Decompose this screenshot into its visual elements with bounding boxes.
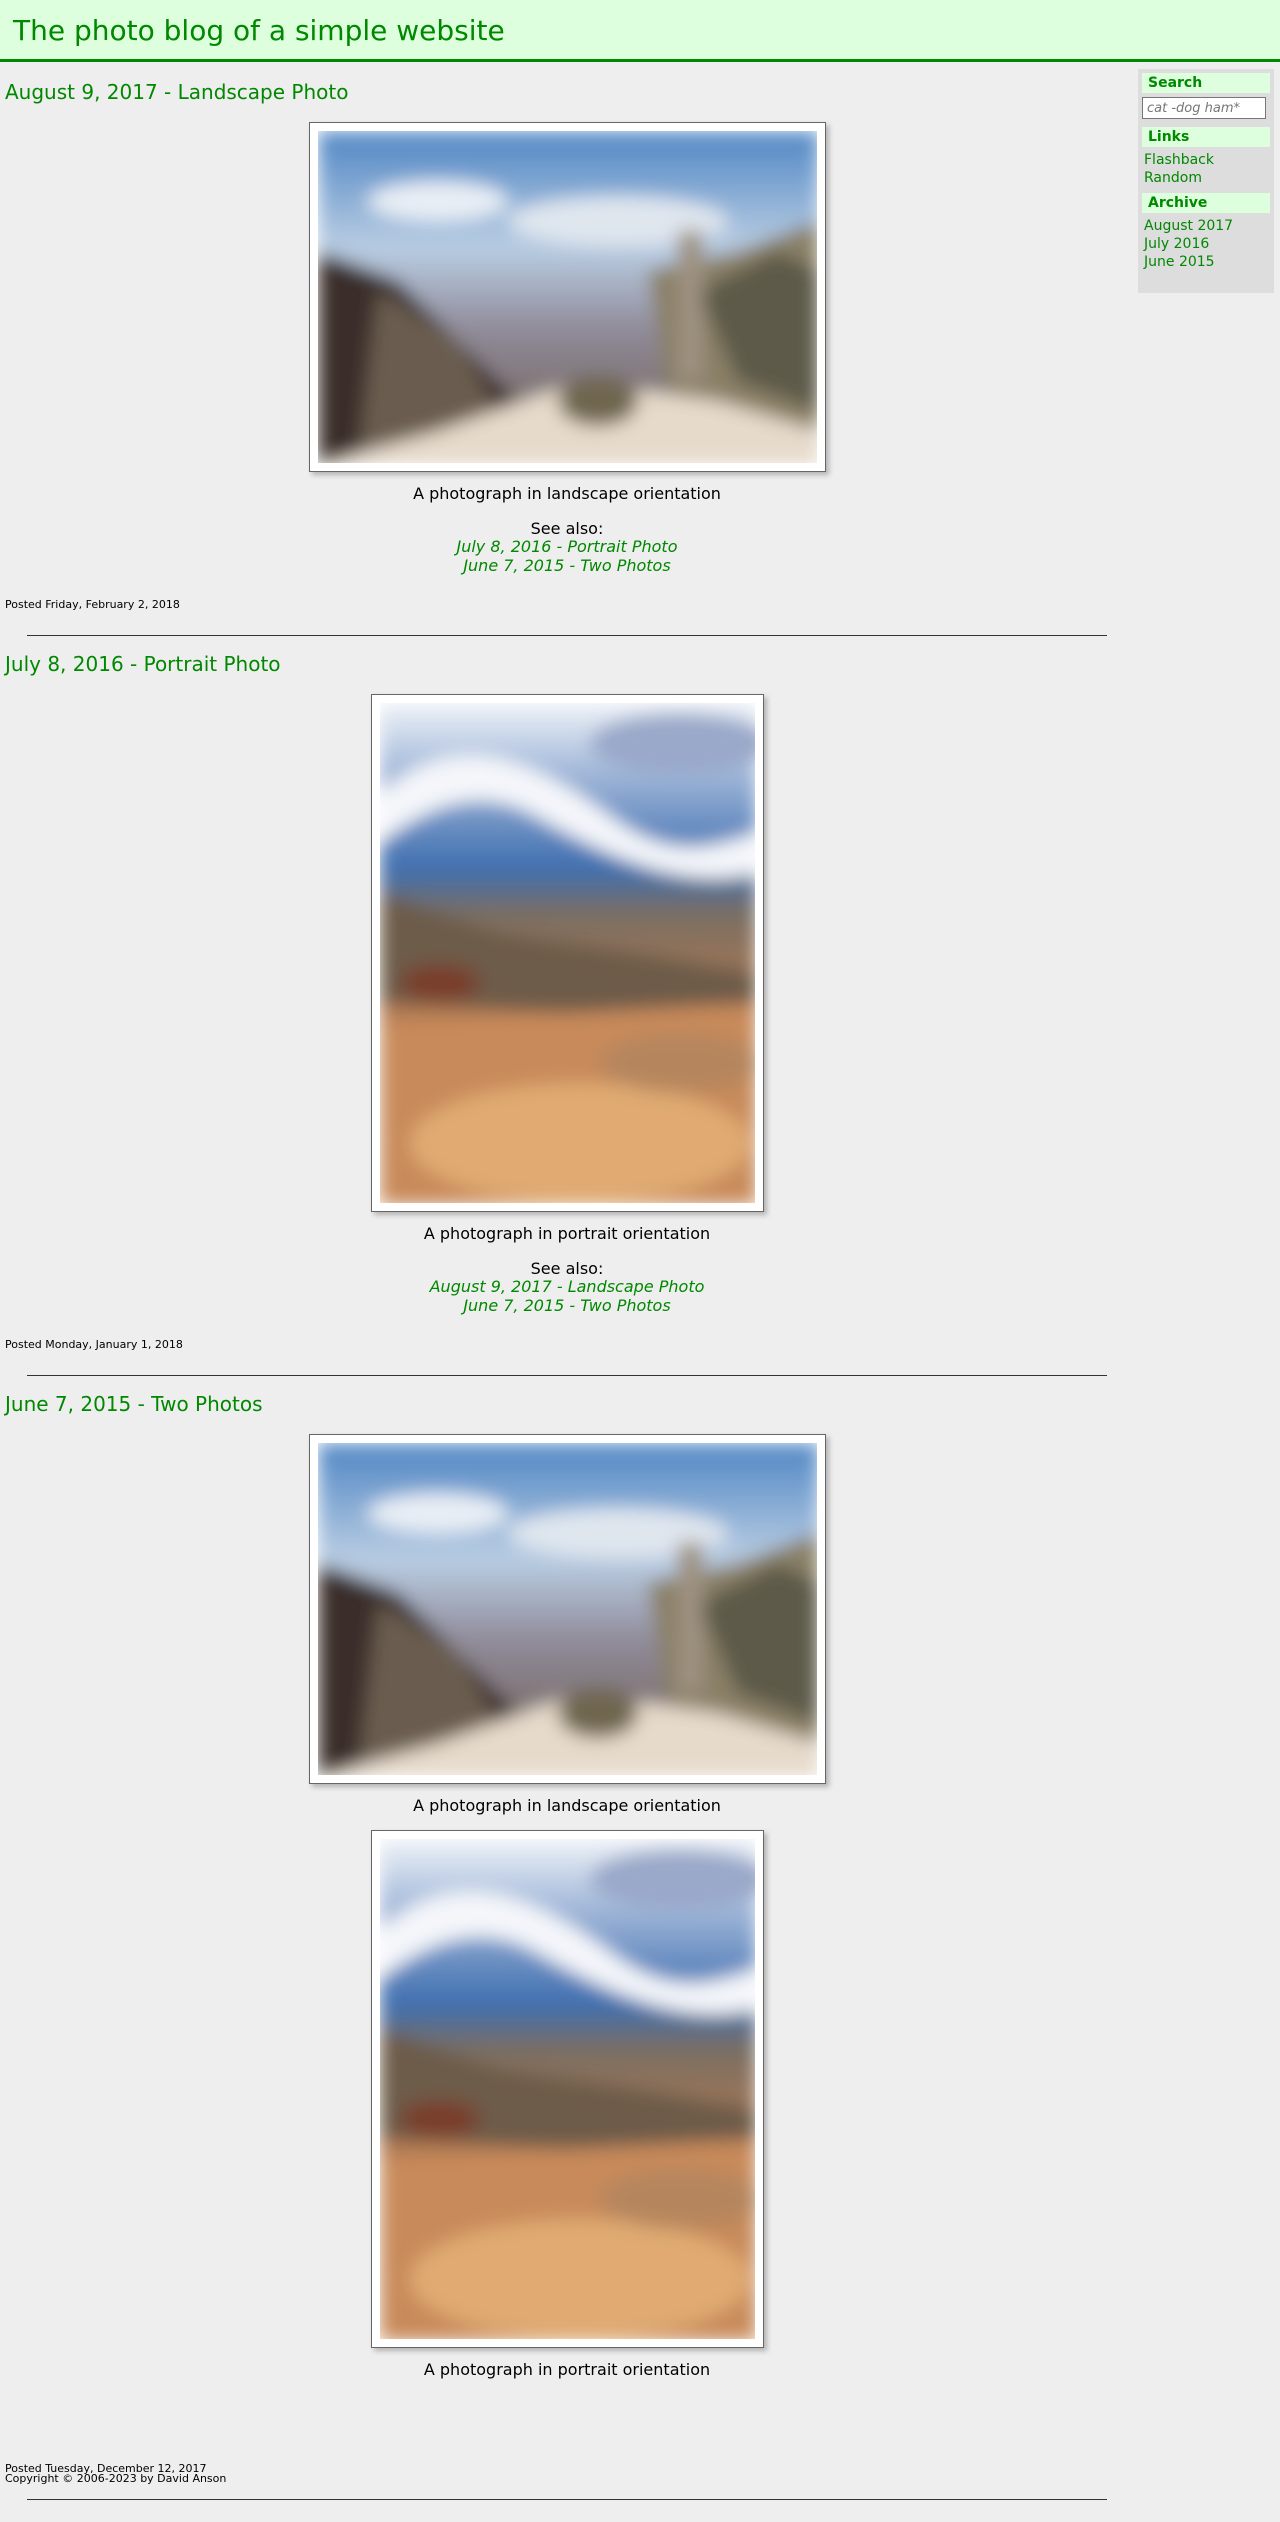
- post-divider: [27, 635, 1107, 636]
- archive-heading: Archive: [1142, 193, 1270, 213]
- photo-caption: A photograph in landscape orientation: [413, 484, 721, 503]
- post-title-link[interactable]: August 9, 2017 - Landscape Photo: [5, 80, 348, 104]
- posted-date: Posted Friday, February 2, 2018: [5, 598, 180, 611]
- post-divider: [27, 2499, 1107, 2500]
- links-heading: Links: [1142, 127, 1270, 147]
- post-divider: [27, 1375, 1107, 1376]
- photo-frame[interactable]: [309, 1434, 826, 1784]
- sidebar-link-random[interactable]: Random: [1142, 169, 1270, 187]
- archive-list: August 2017 July 2016 June 2015: [1142, 217, 1270, 271]
- photo-frame[interactable]: [371, 694, 764, 1212]
- search-input[interactable]: [1142, 97, 1266, 119]
- posted-date: Posted Monday, January 1, 2018: [5, 1338, 183, 1351]
- sidebar-link-flashback[interactable]: Flashback: [1142, 151, 1270, 169]
- copyright: Copyright © 2006-2023 by David Anson: [5, 2472, 227, 2485]
- photo-frame[interactable]: [309, 122, 826, 472]
- landscape-photo: [318, 1443, 817, 1775]
- see-also-link[interactable]: July 8, 2016 - Portrait Photo: [0, 537, 1134, 556]
- site-header: The photo blog of a simple website: [0, 0, 1280, 62]
- see-also-link[interactable]: August 9, 2017 - Landscape Photo: [0, 1277, 1134, 1296]
- archive-link[interactable]: August 2017: [1142, 217, 1270, 235]
- photo-caption: A photograph in portrait orientation: [423, 1224, 711, 1243]
- sidebar: Search Links Flashback Random Archive Au…: [1138, 69, 1274, 293]
- post-title-link[interactable]: June 7, 2015 - Two Photos: [5, 1392, 263, 1416]
- archive-link[interactable]: July 2016: [1142, 235, 1270, 253]
- site-title-link[interactable]: The photo blog of a simple website: [13, 14, 505, 47]
- landscape-photo: [318, 131, 817, 463]
- see-also-link[interactable]: June 7, 2015 - Two Photos: [0, 1296, 1134, 1315]
- see-also-label: See also:: [530, 1259, 604, 1278]
- photo-frame[interactable]: [371, 1830, 764, 2348]
- archive-link[interactable]: June 2015: [1142, 253, 1270, 271]
- photo-caption: A photograph in portrait orientation: [423, 2360, 711, 2379]
- portrait-photo: [380, 1839, 755, 2339]
- see-also-link[interactable]: June 7, 2015 - Two Photos: [0, 556, 1134, 575]
- post-title-link[interactable]: July 8, 2016 - Portrait Photo: [5, 652, 281, 676]
- see-also-label: See also:: [530, 519, 604, 538]
- links-list: Flashback Random: [1142, 151, 1270, 187]
- photo-caption: A photograph in landscape orientation: [413, 1796, 721, 1815]
- search-heading: Search: [1142, 73, 1270, 93]
- portrait-photo: [380, 703, 755, 1203]
